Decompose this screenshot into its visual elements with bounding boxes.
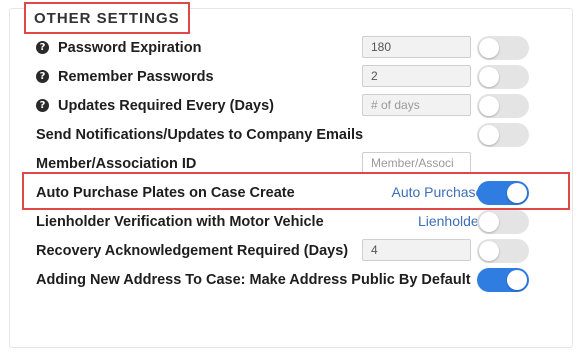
- setting-label: Adding New Address To Case: Make Address…: [36, 271, 471, 288]
- password-expiration-toggle[interactable]: [477, 36, 529, 60]
- help-icon[interactable]: ?: [36, 70, 49, 83]
- password-expiration-input[interactable]: [362, 36, 471, 58]
- updates-days-input[interactable]: [362, 94, 471, 116]
- remember-passwords-input[interactable]: [362, 65, 471, 87]
- setting-row-member-id: Member/Association ID: [36, 149, 571, 178]
- toggle-knob: [479, 38, 499, 58]
- setting-label: Member/Association ID: [36, 155, 197, 172]
- recovery-acknowledgement-toggle[interactable]: [477, 239, 529, 263]
- updates-required-toggle[interactable]: [477, 94, 529, 118]
- remember-passwords-toggle[interactable]: [477, 65, 529, 89]
- recovery-days-input[interactable]: [362, 239, 471, 261]
- toggle-knob: [479, 241, 499, 261]
- toggle-knob: [479, 212, 499, 232]
- help-icon[interactable]: ?: [36, 99, 49, 112]
- setting-label: Send Notifications/Updates to Company Em…: [36, 126, 364, 143]
- setting-label: Remember Passwords: [58, 68, 214, 85]
- toggle-knob: [479, 125, 499, 145]
- setting-label: Auto Purchase Plates on Case Create: [36, 184, 295, 201]
- toggle-knob: [507, 270, 527, 290]
- section-title: OTHER SETTINGS: [24, 2, 190, 34]
- toggle-knob: [507, 183, 527, 203]
- lienholder-verification-toggle[interactable]: [477, 210, 529, 234]
- member-association-id-input[interactable]: [362, 152, 471, 174]
- send-notifications-toggle[interactable]: [477, 123, 529, 147]
- toggle-knob: [479, 96, 499, 116]
- setting-label: Lienholder Verification with Motor Vehic…: [36, 213, 324, 230]
- address-public-toggle[interactable]: [477, 268, 529, 292]
- help-icon[interactable]: ?: [36, 41, 49, 54]
- toggle-knob: [479, 67, 499, 87]
- auto-purchase-plates-toggle[interactable]: [477, 181, 529, 205]
- setting-label: Updates Required Every (Days): [58, 97, 274, 114]
- setting-label: Password Expiration: [58, 39, 202, 56]
- setting-label: Recovery Acknowledgement Required (Days): [36, 242, 349, 259]
